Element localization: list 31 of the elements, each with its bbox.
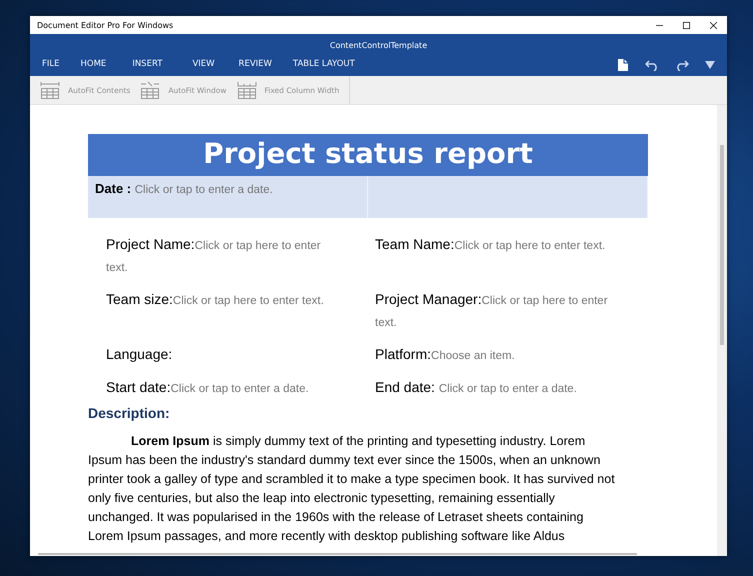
form-field[interactable]: Language:: [106, 344, 331, 366]
menu-tab[interactable]: INSERT: [132, 59, 162, 71]
autofit-window-icon: [140, 81, 160, 99]
vertical-scrollbar[interactable]: [717, 105, 727, 556]
menu-tab[interactable]: FILE: [42, 59, 60, 71]
undo-icon[interactable]: [645, 59, 659, 71]
form-field[interactable]: Team size:Click or tap here to enter text.: [106, 289, 331, 333]
form-field[interactable]: Team Name:Click or tap here to enter text.: [375, 234, 623, 278]
menu-tab[interactable]: REVIEW: [238, 59, 272, 71]
form-field[interactable]: Project Manager:Click or tap here to enter text.: [375, 289, 623, 333]
fixed-width-icon: [236, 81, 256, 99]
description-paragraph: Lorem Ipsum is simply dummy text of the printing and typesetting industry. Lorem Ipsum has been the industry's standard dummy text ever since the 1500s, when an unknown printer took a galley of type and scrambled it to make a type specimen book. It has survived not only five centuries, but also the leap into electronic typesetting, remaining essentially unchanged. It was popularised in the 1960s with the release of Letraset sheets containing Lorem Ipsum passages, and more recently with desktop publishing software like Aldus: [88, 433, 616, 545]
close-icon[interactable]: [710, 22, 717, 28]
menu-tab[interactable]: HOME: [80, 59, 106, 71]
new-document-icon[interactable]: [617, 58, 629, 72]
report-heading: Project status report: [88, 134, 648, 176]
dropdown-icon[interactable]: [705, 61, 715, 69]
horizontal-scrollbar[interactable]: [38, 553, 637, 555]
redo-icon[interactable]: [675, 59, 689, 71]
autofit-contents-icon: [40, 81, 60, 99]
date-field[interactable]: Date : Click or tap to enter a date.: [95, 181, 273, 196]
window-title: Document Editor Pro For Windows: [37, 20, 174, 30]
menu-tab[interactable]: VIEW: [192, 59, 215, 71]
form-field[interactable]: End date: Click or tap to enter a date.: [375, 377, 623, 399]
document-title: ContentControlTemplate: [330, 41, 428, 50]
maximize-icon[interactable]: [683, 22, 690, 28]
form-field[interactable]: Project Name:Click or tap here to enter text.: [106, 234, 331, 278]
form-field[interactable]: Platform:Choose an item.: [375, 344, 623, 366]
form-field[interactable]: Start date:Click or tap to enter a date.: [106, 377, 331, 399]
description-heading: Description:: [88, 405, 171, 421]
menu-tab[interactable]: TABLE LAYOUT: [292, 59, 355, 71]
